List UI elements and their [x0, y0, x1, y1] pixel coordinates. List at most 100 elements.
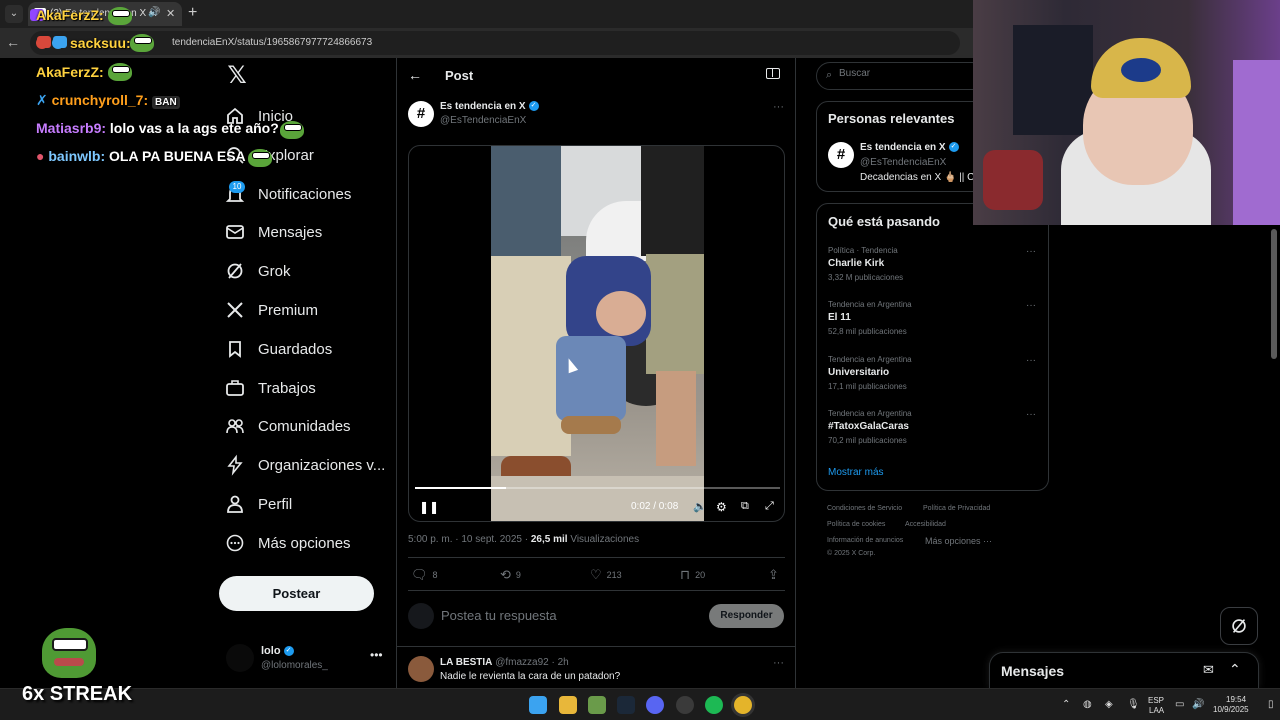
post-button[interactable]: Postear: [219, 576, 374, 611]
relevant-name-row[interactable]: Es tendencia en X ✓: [860, 142, 959, 153]
notification-bell-icon[interactable]: ▯: [1268, 699, 1274, 710]
page-scrollbar[interactable]: [1271, 229, 1277, 359]
reply-submit-button[interactable]: Responder: [709, 604, 784, 628]
pause-icon[interactable]: ❚❚: [419, 500, 439, 514]
browser-tab-active[interactable]: X (2) Es tendencia en X en X: ... 🔊 ✕: [28, 2, 182, 26]
tab-list-dropdown[interactable]: ⌄: [5, 5, 23, 23]
footer-privacy-link[interactable]: Política de Privacidad: [923, 505, 990, 512]
extension-icon-blue[interactable]: [52, 37, 64, 49]
avatar: [226, 644, 254, 672]
browser-back-icon[interactable]: ←: [6, 34, 20, 50]
author-avatar[interactable]: #: [408, 101, 434, 127]
microphone-icon[interactable]: 🎙: [1127, 699, 1140, 710]
account-switcher[interactable]: lolo ✓ @lolomorales_ •••: [226, 642, 386, 678]
reply-action[interactable]: 🗨 8: [411, 567, 438, 583]
nav-item-grok[interactable]: Grok: [224, 256, 291, 286]
bookmark-action[interactable]: ⊓ 20: [680, 567, 705, 583]
chat-message: ✗ crunchyroll_7: BAN: [36, 92, 180, 109]
chat-badge-icon: ●: [36, 148, 45, 164]
reply-more-icon[interactable]: ···: [773, 657, 784, 669]
trend-more-icon[interactable]: ···: [1026, 355, 1036, 366]
fullscreen-icon[interactable]: ⤢: [765, 500, 774, 513]
nav-item-messages[interactable]: Mensajes: [224, 217, 322, 247]
relevant-handle[interactable]: @EsTendenciaEnX: [860, 157, 946, 168]
close-tab-icon[interactable]: ✕: [166, 7, 175, 20]
extension-icon-red[interactable]: [36, 37, 48, 49]
repost-count: 9: [515, 570, 521, 580]
video-progress-bar[interactable]: [415, 487, 780, 489]
keyboard-layout[interactable]: LAA: [1149, 706, 1164, 715]
footer-more-link[interactable]: Más opciones ···: [925, 536, 992, 546]
search-field[interactable]: ⌕: [816, 62, 986, 90]
footer-ads-link[interactable]: Información de anuncios: [827, 537, 903, 544]
footer-tos-link[interactable]: Condiciones de Servicio: [827, 505, 902, 512]
obs-icon[interactable]: [676, 696, 694, 714]
clock-time[interactable]: 19:54: [1226, 695, 1246, 704]
tray-app-icon[interactable]: ◈: [1105, 699, 1113, 710]
tray-chevron-icon[interactable]: ⌃: [1062, 699, 1070, 710]
messages-drawer[interactable]: Mensajes ✉ ⌃: [989, 652, 1259, 688]
trend-more-icon[interactable]: ···: [1026, 300, 1036, 311]
tray-app-icon[interactable]: ◍: [1083, 699, 1092, 710]
post-meta: 5:00 p. m. · 10 sept. 2025 · 26,5 mil Vi…: [408, 534, 639, 545]
reader-mode-icon[interactable]: [766, 68, 780, 79]
minecraft-icon[interactable]: [588, 696, 606, 714]
search-input[interactable]: [839, 68, 979, 79]
share-action[interactable]: ⇪: [768, 567, 784, 583]
picture-in-picture-icon[interactable]: ⧉: [741, 500, 749, 513]
avatar[interactable]: [408, 656, 434, 682]
nav-item-profile[interactable]: Perfil: [224, 489, 292, 519]
reply-input[interactable]: Postea tu respuesta: [441, 608, 557, 623]
nav-item-premium[interactable]: Premium: [224, 295, 318, 325]
back-arrow-icon[interactable]: ←: [408, 67, 422, 83]
trend-item[interactable]: Tendencia en Argentina El 11 52,8 mil pu…: [828, 300, 1043, 350]
repost-action[interactable]: ⟲ 9: [500, 567, 521, 583]
trend-item[interactable]: Tendencia en Argentina Universitario 17,…: [828, 355, 1043, 405]
like-action[interactable]: ♡ 213: [590, 567, 622, 583]
reply-author[interactable]: LA BESTIA @fmazza92 · 2h: [440, 657, 569, 668]
new-tab-button[interactable]: +: [188, 4, 197, 22]
url-omnibox[interactable]: tendenciaEnX/status/1965867977724866673: [30, 31, 960, 55]
input-language[interactable]: ESP: [1148, 696, 1164, 705]
show-more-link[interactable]: Mostrar más: [828, 467, 884, 478]
nav-item-jobs[interactable]: Trabajos: [224, 373, 316, 403]
x-logo-icon[interactable]: 𝕏: [225, 64, 249, 88]
expand-chevron-icon[interactable]: ⌃: [1229, 661, 1241, 678]
nav-item-bookmarks[interactable]: Guardados: [224, 334, 332, 364]
speaker-icon[interactable]: 🔊: [1192, 699, 1204, 710]
nav-item-home[interactable]: Inicio: [224, 101, 293, 131]
speaker-icon[interactable]: 🔊: [148, 7, 160, 18]
nav-item-communities[interactable]: Comunidades: [224, 411, 351, 441]
new-message-icon[interactable]: ✉: [1203, 662, 1214, 678]
volume-icon[interactable]: 🔉: [693, 500, 707, 513]
reply-author-name: LA BESTIA: [440, 657, 493, 668]
footer-cookies-link[interactable]: Política de cookies: [827, 521, 885, 528]
nav-item-more[interactable]: Más opciones: [224, 528, 351, 558]
trend-more-icon[interactable]: ···: [1026, 246, 1036, 257]
author-name-row[interactable]: Es tendencia en X ✓: [440, 101, 539, 112]
more-dots-icon[interactable]: •••: [370, 648, 383, 662]
webcam-overlay: [973, 0, 1280, 225]
chrome-icon[interactable]: [734, 696, 752, 714]
steam-icon[interactable]: [617, 696, 635, 714]
post-timestamp: 5:00 p. m. · 10 sept. 2025 ·: [408, 534, 531, 545]
video-player[interactable]: ❚❚ 0:02 / 0:08 🔉 ⚙ ⧉ ⤢: [408, 145, 785, 522]
discord-icon[interactable]: [646, 696, 664, 714]
spotify-icon[interactable]: [705, 696, 723, 714]
relevant-avatar[interactable]: #: [828, 142, 854, 168]
trend-item[interactable]: Política · Tendencia Charlie Kirk 3,32 M…: [828, 246, 1043, 296]
grok-floating-button[interactable]: [1220, 607, 1258, 645]
file-explorer-icon[interactable]: [559, 696, 577, 714]
network-icon[interactable]: ▭: [1175, 699, 1184, 710]
clock-date[interactable]: 10/9/2025: [1213, 705, 1249, 714]
post-more-icon[interactable]: ···: [773, 101, 784, 113]
footer-accessibility-link[interactable]: Accesibilidad: [905, 521, 946, 528]
author-handle[interactable]: @EsTendenciaEnX: [440, 115, 526, 126]
nav-item-organizations[interactable]: Organizaciones v...: [224, 450, 385, 480]
trend-more-icon[interactable]: ···: [1026, 409, 1036, 420]
ban-emote: BAN: [152, 96, 180, 109]
trend-item[interactable]: Tendencia en Argentina #TatoxGalaCaras 7…: [828, 409, 1043, 459]
settings-gear-icon[interactable]: ⚙: [716, 500, 727, 514]
windows-start-icon[interactable]: [529, 696, 547, 714]
nav-item-explore[interactable]: Explorar: [224, 140, 314, 170]
